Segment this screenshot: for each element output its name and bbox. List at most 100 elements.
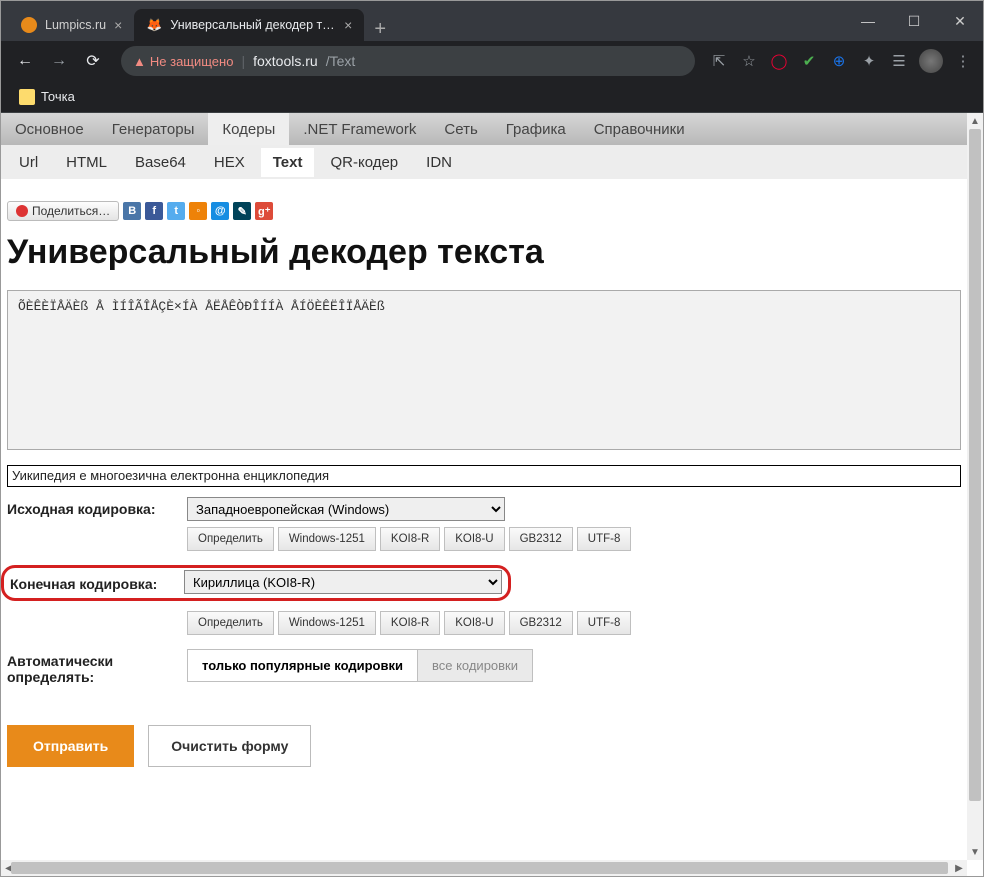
bookmarks-bar: Точка (1, 81, 983, 113)
source-encoding-select[interactable]: Западноевропейская (Windows) (187, 497, 505, 521)
clear-button[interactable]: Очистить форму (148, 725, 311, 767)
auto-detect-row: Автоматически определять: только популяр… (7, 649, 961, 685)
scroll-down-icon[interactable]: ▼ (967, 844, 983, 860)
share-button[interactable]: Поделиться… (7, 201, 119, 221)
scroll-thumb[interactable] (11, 862, 948, 874)
enc-btn-gb2312[interactable]: GB2312 (509, 611, 573, 635)
nav-reference[interactable]: Справочники (580, 113, 699, 145)
enc-btn-koi8u[interactable]: KOI8-U (444, 527, 504, 551)
address-bar[interactable]: ▲ Не защищено | foxtools.ru/Text (121, 46, 695, 76)
auto-detect-toggle: только популярные кодировки все кодировк… (187, 649, 533, 682)
source-encoding-row: Исходная кодировка: Западноевропейская (… (7, 497, 961, 551)
share-mailru-icon[interactable]: @ (211, 202, 229, 220)
share-lj-icon[interactable]: ✎ (233, 202, 251, 220)
opera-icon[interactable]: ◯ (769, 51, 789, 71)
share-vk-icon[interactable]: B (123, 202, 141, 220)
page-content: Основное Генераторы Кодеры .NET Framewor… (1, 113, 967, 860)
auto-detect-all[interactable]: все кодировки (417, 649, 533, 682)
back-button[interactable]: ← (11, 47, 39, 75)
tab-close-icon[interactable]: × (344, 17, 352, 33)
target-encoding-row: Конечная кодировка: Кириллица (KOI8-R) (7, 565, 961, 601)
scroll-up-icon[interactable]: ▲ (967, 113, 983, 129)
security-warning: ▲ Не защищено (133, 54, 233, 69)
enc-btn-koi8u[interactable]: KOI8-U (444, 611, 504, 635)
new-tab-button[interactable]: + (364, 18, 396, 41)
auto-detect-popular[interactable]: только популярные кодировки (187, 649, 418, 682)
star-icon[interactable]: ☆ (739, 51, 759, 71)
share-twitter-icon[interactable]: t (167, 202, 185, 220)
cast-icon[interactable]: ⇱ (709, 51, 729, 71)
favicon-foxtools: 🦊 (146, 17, 162, 33)
enc-btn-detect[interactable]: Определить (187, 527, 274, 551)
close-button[interactable]: ✕ (937, 1, 983, 41)
security-text: Не защищено (150, 54, 234, 69)
nav-dotnet[interactable]: .NET Framework (289, 113, 430, 145)
folder-icon (19, 89, 35, 105)
check-icon[interactable]: ✔ (799, 51, 819, 71)
browser-tabs: Lumpics.ru × 🦊 Универсальный декодер тек… (1, 1, 845, 41)
warning-icon: ▲ (133, 54, 146, 69)
forward-button[interactable]: → (45, 47, 73, 75)
submit-button[interactable]: Отправить (7, 725, 134, 767)
share-gplus-icon[interactable]: g⁺ (255, 202, 273, 220)
subnav-text[interactable]: Text (261, 148, 315, 177)
enc-btn-utf8[interactable]: UTF-8 (577, 527, 632, 551)
enc-btn-win1251[interactable]: Windows-1251 (278, 527, 376, 551)
input-textarea[interactable]: ÕÈÊÈÏÅÄÈß Å ÌÍÎÃÎÅÇÈ×ÍÀ ÅËÅÊÒÐÎÍÍÀ ÅÍÖÈÊ… (7, 290, 961, 450)
separator: | (241, 53, 245, 69)
enc-btn-koi8r[interactable]: KOI8-R (380, 611, 440, 635)
subnav-html[interactable]: HTML (54, 148, 119, 177)
share-ok-icon[interactable]: ◦ (189, 202, 207, 220)
horizontal-scrollbar[interactable]: ◀ ▶ (1, 860, 967, 876)
subnav-hex[interactable]: HEX (202, 148, 257, 177)
profile-avatar[interactable] (919, 49, 943, 73)
nav-coders[interactable]: Кодеры (208, 113, 289, 145)
subnav-url[interactable]: Url (7, 148, 50, 177)
tab-title: Универсальный декодер текста (170, 18, 336, 32)
target-encoding-label: Конечная кодировка: (10, 572, 184, 592)
enc-btn-gb2312[interactable]: GB2312 (509, 527, 573, 551)
share-row: Поделиться… B f t ◦ @ ✎ g⁺ (7, 201, 961, 221)
tab-close-icon[interactable]: × (114, 17, 122, 33)
enc-btn-win1251[interactable]: Windows-1251 (278, 611, 376, 635)
enc-btn-utf8[interactable]: UTF-8 (577, 611, 632, 635)
site-main-nav: Основное Генераторы Кодеры .NET Framewor… (1, 113, 967, 145)
subnav-qr[interactable]: QR-кодер (318, 148, 410, 177)
minimize-button[interactable]: — (845, 1, 891, 41)
enc-btn-koi8r[interactable]: KOI8-R (380, 527, 440, 551)
target-encoding-select[interactable]: Кириллица (KOI8-R) (184, 570, 502, 594)
subnav-base64[interactable]: Base64 (123, 148, 198, 177)
nav-generators[interactable]: Генераторы (98, 113, 209, 145)
maximize-button[interactable]: ☐ (891, 1, 937, 41)
browser-toolbar: ← → ⟳ ▲ Не защищено | foxtools.ru/Text ⇱… (1, 41, 983, 81)
source-encoding-label: Исходная кодировка: (7, 497, 187, 517)
favicon-lumpics (21, 17, 37, 33)
scroll-right-icon[interactable]: ▶ (951, 860, 967, 876)
auto-detect-label: Автоматически определять: (7, 649, 187, 685)
menu-icon[interactable]: ⋮ (953, 51, 973, 71)
content-area: Поделиться… B f t ◦ @ ✎ g⁺ Универсальный… (1, 179, 967, 787)
output-text[interactable]: Уикипедия е многоезична електронна енцик… (7, 465, 961, 487)
subnav-idn[interactable]: IDN (414, 148, 464, 177)
enc-btn-detect[interactable]: Определить (187, 611, 274, 635)
nav-graphics[interactable]: Графика (492, 113, 580, 145)
extensions-icon[interactable]: ✦ (859, 51, 879, 71)
globe-icon[interactable]: ⊕ (829, 51, 849, 71)
share-label: Поделиться… (32, 204, 110, 218)
browser-tab-foxtools[interactable]: 🦊 Универсальный декодер текста × (134, 9, 364, 41)
window-controls: — ☐ ✕ (845, 1, 983, 41)
reading-list-icon[interactable]: ☰ (889, 51, 909, 71)
site-sub-nav: Url HTML Base64 HEX Text QR-кодер IDN (1, 145, 967, 179)
browser-tab-lumpics[interactable]: Lumpics.ru × (9, 9, 134, 41)
bookmark-item[interactable]: Точка (13, 85, 81, 109)
share-fb-icon[interactable]: f (145, 202, 163, 220)
nav-main[interactable]: Основное (1, 113, 98, 145)
scroll-thumb[interactable] (969, 129, 981, 801)
share-icon (16, 205, 28, 217)
nav-network[interactable]: Сеть (430, 113, 491, 145)
reload-button[interactable]: ⟳ (79, 47, 107, 75)
title-bar: Lumpics.ru × 🦊 Универсальный декодер тек… (1, 1, 983, 41)
vertical-scrollbar[interactable]: ▲ ▼ (967, 113, 983, 860)
bookmark-label: Точка (41, 89, 75, 104)
url-path: /Text (326, 53, 356, 69)
